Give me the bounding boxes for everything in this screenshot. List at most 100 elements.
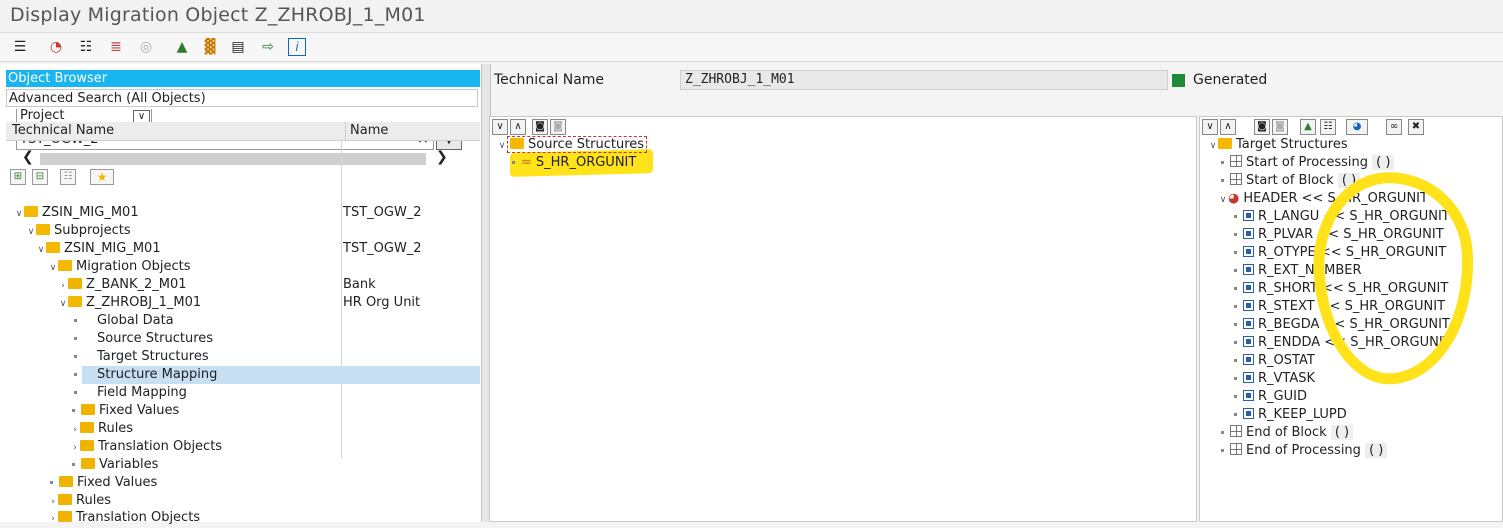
tree-row-selected[interactable]: Structure Mapping bbox=[74, 366, 334, 384]
tree-row[interactable]: ∨ Z_ZHROBJ_1_M01 HR Org Unit bbox=[58, 294, 480, 312]
expand-icon[interactable]: ∨ bbox=[1218, 191, 1228, 209]
event-icon bbox=[1230, 443, 1242, 455]
target-row[interactable]: R_GUID bbox=[1234, 388, 1307, 406]
collapsed-icon[interactable]: › bbox=[70, 421, 80, 439]
source-structure-row[interactable]: ≈ S_HR_ORGUNIT bbox=[512, 154, 636, 172]
color-palette-icon[interactable]: ◕ bbox=[1346, 119, 1368, 135]
tree-row[interactable]: Target Structures bbox=[74, 348, 334, 366]
structure-icon: ≈ bbox=[521, 155, 532, 170]
table-icon[interactable]: ▤ bbox=[228, 37, 248, 57]
mapping-icon[interactable]: ▲ bbox=[1300, 119, 1316, 135]
export-icon[interactable]: ⇨ bbox=[258, 37, 278, 57]
collapse-all-icon[interactable]: ∧ bbox=[1220, 119, 1236, 135]
trash-icon[interactable]: ✖ bbox=[1408, 119, 1424, 135]
target-row[interactable]: End of Block ( ) bbox=[1221, 424, 1354, 442]
advanced-search-link[interactable]: Advanced Search (All Objects) bbox=[6, 89, 478, 107]
collapsed-icon[interactable]: › bbox=[48, 510, 58, 528]
bullet-icon bbox=[1234, 287, 1237, 290]
tree-row[interactable]: Fixed Values bbox=[72, 402, 332, 420]
tree-row-label: Structure Mapping bbox=[97, 367, 218, 382]
title-bar: Display Migration Object Z_ZHROBJ_1_M01 bbox=[0, 0, 1503, 33]
target-row[interactable]: R_KEEP_LUPD bbox=[1234, 406, 1347, 424]
mountain-icon[interactable]: ▲ bbox=[172, 37, 192, 57]
tree-row-label: Migration Objects bbox=[76, 259, 191, 274]
target-row[interactable]: R_OSTAT bbox=[1234, 352, 1315, 370]
target-row[interactable]: Start of Processing ( ) bbox=[1221, 154, 1395, 172]
target-row[interactable]: Start of Block ( ) bbox=[1221, 172, 1361, 190]
expand-icon[interactable]: ∨ bbox=[36, 241, 46, 259]
tree-row[interactable]: ∨ Subprojects bbox=[26, 222, 480, 240]
tree-row[interactable]: › Rules bbox=[70, 420, 330, 438]
column-name[interactable]: Name bbox=[345, 122, 388, 140]
field-icon bbox=[1243, 336, 1254, 347]
collapse-all-icon[interactable]: ∧ bbox=[510, 119, 526, 135]
glasses-icon[interactable]: ☰ bbox=[10, 37, 30, 57]
target-row[interactable]: End of Processing ( ) bbox=[1221, 442, 1388, 460]
bullet-icon bbox=[1234, 359, 1237, 362]
toolbar: ☰ ◔ ☷ ≣ ◎ ▲ ▓ ▤ ⇨ i bbox=[0, 33, 1503, 62]
tree-row-label: Variables bbox=[99, 457, 159, 472]
hierarchy-icon[interactable]: ▓ bbox=[200, 37, 220, 57]
target-row-label: Start of Processing bbox=[1246, 155, 1368, 170]
tree-row[interactable]: ∨ ZSIN_MIG_M01 TST_OGW_2 bbox=[36, 240, 480, 258]
tree-row[interactable]: › Translation Objects bbox=[48, 509, 308, 527]
source-root-row[interactable]: ∨ Source Structures bbox=[497, 136, 648, 155]
tree-row[interactable]: › Z_BANK_2_M01 Bank bbox=[58, 276, 480, 294]
scroll-right-icon[interactable]: ❯ bbox=[436, 149, 448, 165]
tree-row[interactable]: Global Data bbox=[74, 312, 334, 330]
info-icon[interactable]: i bbox=[288, 38, 306, 56]
binoculars-icon[interactable]: ◙ bbox=[532, 119, 548, 135]
find-next-icon[interactable]: ◙ bbox=[1272, 119, 1288, 135]
document-icon[interactable]: ☷ bbox=[1320, 119, 1336, 135]
bullet-icon bbox=[1221, 431, 1224, 434]
technical-name-field[interactable]: Z_ZHROBJ_1_M01 bbox=[680, 70, 1168, 90]
expand-icon[interactable]: ∨ bbox=[497, 137, 507, 155]
target-icon[interactable]: ◎ bbox=[136, 37, 156, 57]
header-structure-icon: ◕ bbox=[1228, 191, 1240, 206]
expand-icon[interactable]: ∨ bbox=[58, 295, 68, 313]
target-row-label: End of Processing bbox=[1246, 443, 1361, 458]
favorites-star-icon[interactable]: ★ bbox=[90, 169, 114, 185]
collapse-all-icon[interactable]: ⊟ bbox=[32, 169, 48, 185]
scrollbar-thumb[interactable] bbox=[40, 153, 426, 165]
copy-icon[interactable]: ≣ bbox=[106, 37, 126, 57]
horizontal-scrollbar[interactable]: ❮ ❯ bbox=[20, 149, 450, 165]
field-icon bbox=[1243, 228, 1254, 239]
expand-icon[interactable]: ∨ bbox=[1208, 137, 1218, 155]
tree-row-label: Field Mapping bbox=[97, 385, 187, 400]
collapsed-icon[interactable]: › bbox=[70, 439, 80, 457]
tree-row[interactable]: ∨ Migration Objects bbox=[48, 258, 480, 276]
tree-row[interactable]: › Translation Objects bbox=[70, 438, 330, 456]
tree-row[interactable]: ∨ ZSIN_MIG_M01 TST_OGW_2 bbox=[14, 204, 480, 222]
expand-icon[interactable]: ∨ bbox=[26, 223, 36, 241]
hierarchy-tool-icon[interactable]: ☷ bbox=[60, 169, 76, 185]
tree-row[interactable]: Source Structures bbox=[74, 330, 334, 348]
column-technical-name[interactable]: Technical Name bbox=[12, 122, 114, 140]
collapsed-icon[interactable]: › bbox=[58, 277, 68, 295]
expand-icon[interactable]: ∨ bbox=[14, 205, 24, 223]
expand-all-icon[interactable]: ∨ bbox=[1202, 119, 1218, 135]
pie-icon[interactable]: ◔ bbox=[46, 37, 66, 57]
find-next-icon[interactable]: ◙ bbox=[550, 119, 566, 135]
expand-icon[interactable]: ∨ bbox=[48, 259, 58, 277]
scroll-left-icon[interactable]: ❮ bbox=[22, 149, 34, 165]
bullet-icon bbox=[1234, 269, 1237, 272]
target-row-label: R_VTASK bbox=[1258, 371, 1316, 386]
tree-row[interactable]: Variables bbox=[72, 456, 332, 474]
tree-row[interactable]: Field Mapping bbox=[74, 384, 334, 402]
expand-all-icon[interactable]: ∨ bbox=[492, 119, 508, 135]
target-root-row[interactable]: ∨ Target Structures bbox=[1208, 136, 1348, 154]
tree-row[interactable]: › Rules bbox=[48, 492, 308, 510]
link-icon[interactable]: ∞ bbox=[1386, 119, 1402, 135]
target-row[interactable]: R_VTASK bbox=[1234, 370, 1315, 388]
clipboard-icon[interactable]: ☷ bbox=[76, 37, 96, 57]
tree-row-label: Z_ZHROBJ_1_M01 bbox=[86, 295, 202, 310]
folder-open-icon bbox=[68, 296, 82, 307]
tree-row-label: Fixed Values bbox=[77, 475, 158, 490]
status-indicator-icon bbox=[1172, 74, 1185, 87]
tree-row[interactable]: Fixed Values bbox=[50, 474, 310, 492]
expand-all-icon[interactable]: ⊞ bbox=[10, 169, 26, 185]
binoculars-icon[interactable]: ◙ bbox=[1254, 119, 1270, 135]
field-icon bbox=[1243, 318, 1254, 329]
object-browser-header[interactable]: Object Browser bbox=[6, 70, 480, 87]
